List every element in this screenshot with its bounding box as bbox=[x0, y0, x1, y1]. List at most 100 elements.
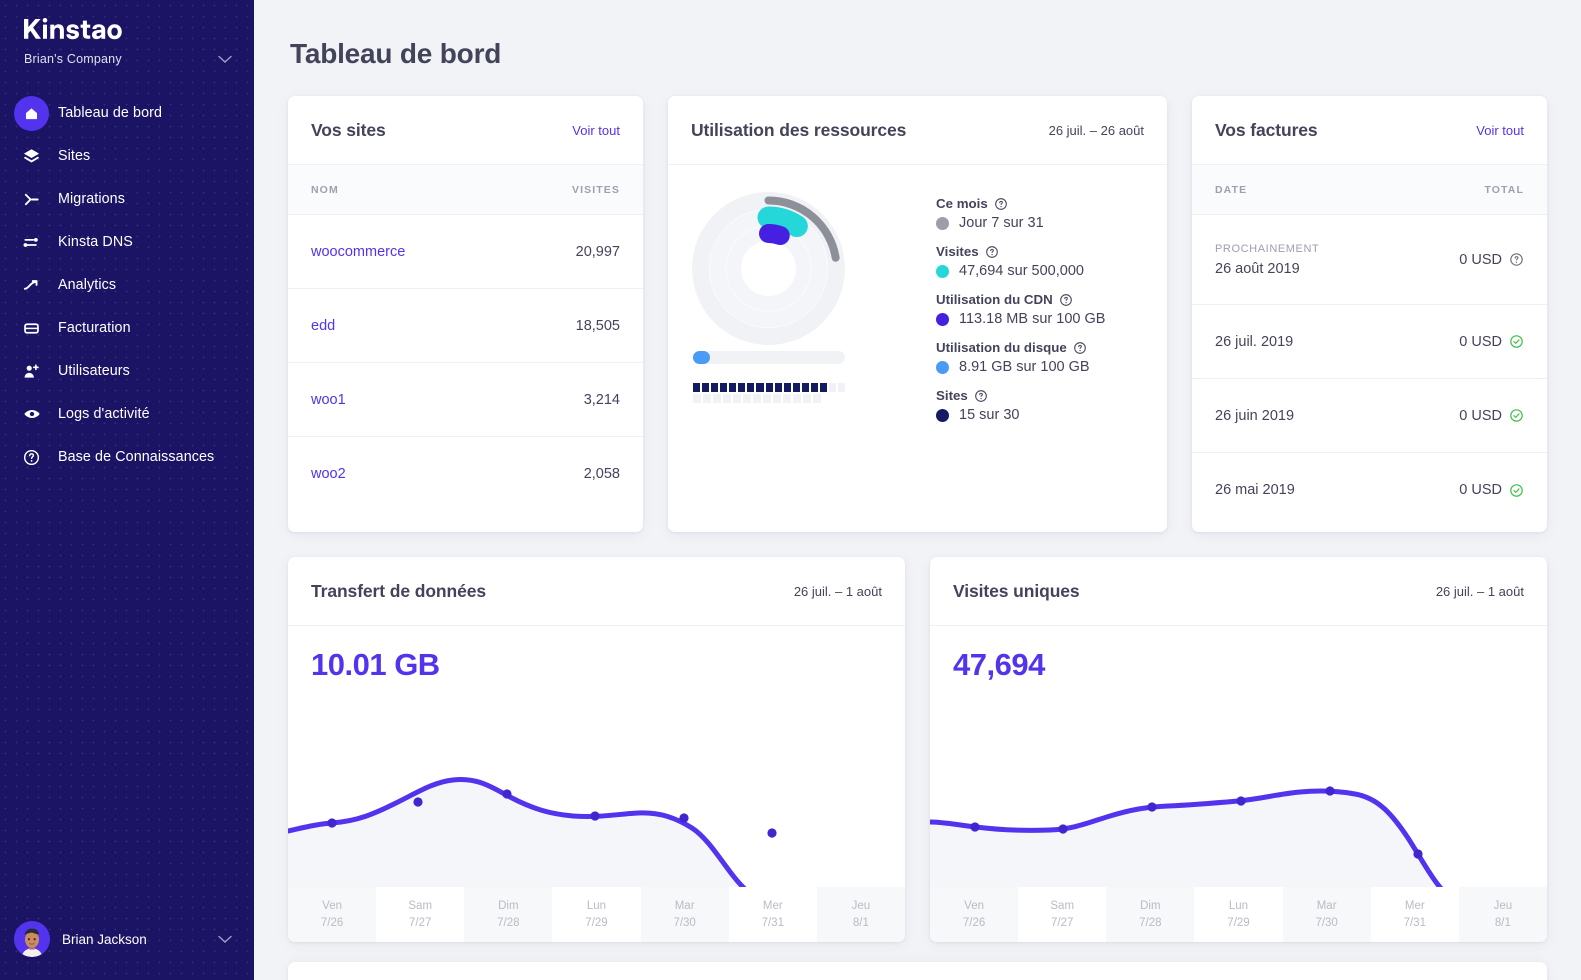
help-icon[interactable] bbox=[1509, 252, 1524, 267]
unique-visits-header: Visites uniques 26 juil. – 1 août bbox=[930, 557, 1547, 626]
table-row[interactable]: woo2 2,058 bbox=[288, 437, 643, 511]
page-title: Tableau de bord bbox=[290, 38, 502, 69]
site-name-link[interactable]: woocommerce bbox=[311, 244, 405, 260]
table-row[interactable]: 26 juil. 2019 0 USD bbox=[1192, 305, 1547, 379]
invoices-view-all-link[interactable]: Voir tout bbox=[1476, 123, 1524, 138]
resources-card-title: Utilisation des ressources bbox=[691, 119, 907, 140]
site-name-link[interactable]: woo2 bbox=[311, 466, 346, 482]
x-tick-date: 7/28 bbox=[1139, 916, 1162, 929]
x-tick-date: 7/26 bbox=[962, 916, 986, 929]
home-icon bbox=[14, 95, 49, 131]
sidebar: Brian's Company Tableau de bord Sites Mi… bbox=[0, 0, 254, 980]
x-tick: Jeu 8/1 bbox=[816, 887, 905, 942]
invoice-total: 0 USD bbox=[1459, 482, 1502, 498]
invoice-date: 26 juin 2019 bbox=[1215, 407, 1295, 424]
migration-arrow-icon bbox=[14, 182, 49, 217]
x-tick: Dim 7/28 bbox=[464, 887, 553, 942]
user-menu[interactable]: Brian Jackson bbox=[0, 898, 254, 980]
sidebar-item-migrations[interactable]: Migrations bbox=[0, 178, 254, 220]
help-icon[interactable] bbox=[985, 245, 999, 259]
x-tick-day: Lun bbox=[1228, 899, 1249, 912]
legend-dot bbox=[936, 408, 949, 422]
resources-gauges bbox=[691, 191, 936, 532]
metric-label: Sites bbox=[936, 388, 968, 403]
invoice-date: 26 juil. 2019 bbox=[1215, 333, 1294, 350]
company-switcher[interactable]: Brian's Company bbox=[24, 52, 232, 66]
user-name: Brian Jackson bbox=[62, 931, 147, 947]
company-name: Brian's Company bbox=[24, 52, 122, 66]
invoices-card-title: Vos factures bbox=[1215, 119, 1318, 140]
site-visits-value: 2,058 bbox=[583, 466, 620, 482]
x-tick-date: 8/1 bbox=[852, 916, 869, 929]
data-transfer-title: Transfert de données bbox=[311, 580, 486, 601]
help-icon[interactable] bbox=[974, 389, 988, 403]
x-tick: Dim 7/28 bbox=[1106, 887, 1195, 942]
x-tick-day: Dim bbox=[1140, 899, 1161, 912]
metric-sites: Sites 15 sur 30 bbox=[936, 388, 1144, 423]
metric-cdn: Utilisation du CDN 113.18 MB sur 100 GB bbox=[936, 292, 1144, 327]
column-header-total: TOTAL bbox=[1484, 183, 1524, 196]
data-transfer-plot: 10.01 GB Ven 7/26 Sam 7/27 Dim 7/28 Lun … bbox=[288, 626, 905, 942]
trend-up-icon bbox=[14, 268, 49, 303]
sidebar-item-kinsta-dns[interactable]: Kinsta DNS bbox=[0, 221, 254, 263]
sidebar-item-tableau-de-bord[interactable]: Tableau de bord bbox=[0, 92, 254, 134]
sidebar-item-sites[interactable]: Sites bbox=[0, 135, 254, 177]
site-name-link[interactable]: edd bbox=[311, 318, 335, 334]
resource-donut-chart bbox=[692, 192, 845, 345]
resources-card-header: Utilisation des ressources 26 juil. – 26… bbox=[668, 96, 1167, 165]
x-tick-day: Mer bbox=[1404, 899, 1425, 912]
x-tick-day: Ven bbox=[964, 899, 984, 912]
sidebar-item-base-de-connaissances[interactable]: Base de Connaissances bbox=[0, 436, 254, 478]
sidebar-item-analytics[interactable]: Analytics bbox=[0, 264, 254, 306]
unique-visits-plot: 47,694 Ven 7/26 Sam 7/27 Dim 7/28 Lun 7/… bbox=[930, 626, 1547, 942]
chevron-down-icon[interactable] bbox=[218, 935, 232, 944]
legend-dot bbox=[936, 312, 949, 326]
x-tick-date: 8/1 bbox=[1494, 916, 1511, 929]
metric-label: Ce mois bbox=[936, 196, 988, 211]
column-header-visites: VISITES bbox=[572, 183, 620, 196]
help-icon[interactable] bbox=[994, 197, 1008, 211]
table-row[interactable]: PROCHAINEMENT 26 août 2019 0 USD bbox=[1192, 215, 1547, 305]
x-tick-date: 7/26 bbox=[320, 916, 344, 929]
x-tick-date: 7/28 bbox=[497, 916, 520, 929]
x-tick-day: Jeu bbox=[1493, 899, 1513, 912]
sidebar-item-utilisateurs[interactable]: Utilisateurs bbox=[0, 350, 254, 392]
help-icon[interactable] bbox=[1073, 341, 1087, 355]
help-icon[interactable] bbox=[1059, 293, 1073, 307]
legend-dot bbox=[936, 264, 949, 278]
sidebar-item-label: Utilisateurs bbox=[58, 363, 130, 379]
sites-view-all-link[interactable]: Voir tout bbox=[572, 123, 620, 138]
x-tick-day: Ven bbox=[322, 899, 342, 912]
sidebar-nav: Tableau de bord Sites Migrations Kinsta … bbox=[0, 92, 254, 478]
table-row[interactable]: edd 18,505 bbox=[288, 289, 643, 363]
x-tick-day: Mar bbox=[674, 899, 695, 912]
x-tick: Ven 7/26 bbox=[930, 887, 1019, 942]
table-row[interactable]: 26 juin 2019 0 USD bbox=[1192, 379, 1547, 453]
metric-disque: Utilisation du disque 8.91 GB sur 100 GB bbox=[936, 340, 1144, 375]
sidebar-item-logs-activite[interactable]: Logs d'activité bbox=[0, 393, 254, 435]
x-tick-date: 7/29 bbox=[585, 916, 608, 929]
column-header-date: DATE bbox=[1215, 183, 1248, 196]
sites-card-header: Vos sites Voir tout bbox=[288, 96, 643, 165]
invoice-date: 26 mai 2019 bbox=[1215, 482, 1295, 498]
dns-nodes-icon bbox=[14, 225, 49, 260]
check-circle-icon bbox=[1510, 483, 1523, 497]
site-name-link[interactable]: woo1 bbox=[311, 392, 346, 408]
unique-visits-date-range: 26 juil. – 1 août bbox=[1435, 583, 1524, 599]
x-tick-day: Mar bbox=[1316, 899, 1337, 912]
credit-card-icon bbox=[14, 311, 49, 346]
table-row[interactable]: woocommerce 20,997 bbox=[288, 215, 643, 289]
metric-value: 15 sur 30 bbox=[959, 407, 1020, 423]
disk-usage-bar bbox=[693, 351, 845, 364]
kinsta-logo[interactable] bbox=[0, 0, 254, 42]
x-tick-date: 7/31 bbox=[761, 916, 784, 929]
data-transfer-x-axis: Ven 7/26 Sam 7/27 Dim 7/28 Lun 7/29 Mar … bbox=[288, 887, 905, 942]
table-row[interactable]: woo1 3,214 bbox=[288, 363, 643, 437]
x-tick: Mer 7/31 bbox=[1370, 887, 1459, 942]
data-transfer-date-range: 26 juil. – 1 août bbox=[793, 583, 882, 599]
main-content: Tableau de bord Vos sites Voir tout NOM … bbox=[254, 0, 1581, 980]
x-tick: Ven 7/26 bbox=[288, 887, 377, 942]
table-row[interactable]: 26 mai 2019 0 USD bbox=[1192, 453, 1547, 527]
sidebar-item-facturation[interactable]: Facturation bbox=[0, 307, 254, 349]
disk-usage-bar-fill bbox=[693, 351, 710, 364]
